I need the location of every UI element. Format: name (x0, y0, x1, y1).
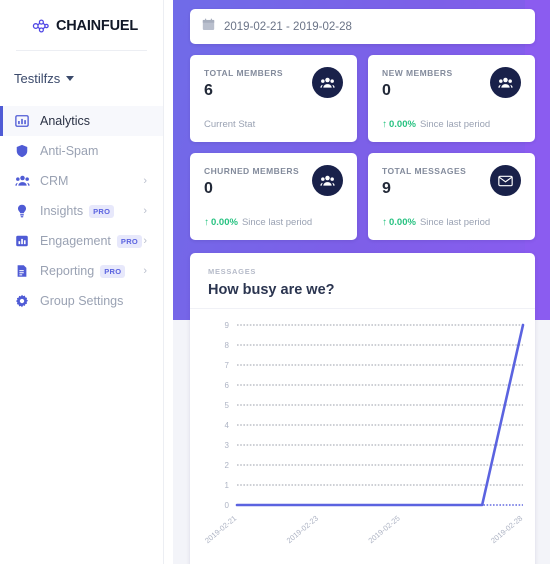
y-axis-tick: 4 (225, 421, 230, 430)
sidebar-item-label: Engagement (40, 234, 111, 248)
chart-plot-area: 0 1 2 3 4 5 6 7 8 9 2019-02-21 2019-02-23 2019-02-25… (190, 309, 535, 559)
y-axis-tick: 6 (225, 381, 230, 390)
sidebar-item-label: Anti-Spam (40, 144, 99, 158)
shield-icon (14, 143, 30, 159)
stat-card-delta-value: 0.00% (389, 217, 416, 228)
sidebar-item-label: Group Settings (40, 294, 124, 308)
users-icon (490, 67, 521, 98)
y-axis-tick: 7 (225, 361, 230, 370)
stat-card-note: Current Stat (204, 119, 256, 130)
chevron-right-icon: › (143, 234, 147, 247)
stat-card-note: Since last period (419, 217, 491, 228)
sidebar-item-group-settings[interactable]: Group Settings (0, 286, 163, 316)
stat-card-footer: ↑ 0.00% Since last period (204, 217, 312, 228)
stat-card-note: Since last period (419, 119, 491, 130)
sidebar-item-analytics[interactable]: Analytics (0, 106, 163, 136)
gear-icon (14, 293, 30, 309)
x-axis-tick: 2019-02-21 (203, 514, 238, 546)
y-axis-tick: 1 (225, 481, 230, 490)
caret-down-icon (66, 76, 75, 81)
chart-bar-icon (14, 113, 30, 129)
presentation-icon (14, 233, 30, 249)
pro-badge: PRO (89, 204, 115, 218)
stat-card-total-messages: TOTAL MESSAGES 9 ↑ 0.00% Since last peri… (368, 153, 535, 240)
stat-card-footer: ↑ 0.00% Since last period (382, 217, 490, 228)
stat-card-delta: ↑ 0.00% (382, 217, 416, 228)
y-axis-tick: 0 (225, 501, 230, 510)
app-root: CHAINFUEL Testilfzs Analytics Anti-Spam … (0, 0, 550, 564)
chevron-right-icon: › (143, 204, 147, 217)
brand-name: CHAINFUEL (56, 18, 138, 34)
stat-card-delta: ↑ 0.00% (382, 119, 416, 130)
sidebar-item-crm[interactable]: CRM › (0, 166, 163, 196)
y-axis-tick: 5 (225, 401, 230, 410)
stat-cards: TOTAL MEMBERS 6 Current Stat NEW MEMBERS (190, 55, 535, 240)
main-content: 2019-02-21 - 2019-02-28 TOTAL MEMBERS 6 … (173, 0, 550, 564)
sidebar-nav: Analytics Anti-Spam CRM › Insights PRO ›… (0, 106, 163, 316)
document-icon (14, 263, 30, 279)
users-icon (14, 173, 30, 189)
sidebar-item-anti-spam[interactable]: Anti-Spam (0, 136, 163, 166)
sidebar-item-label: Insights (40, 204, 84, 218)
page-background-left-gutter (163, 0, 173, 564)
chevron-right-icon: › (143, 264, 147, 277)
stat-card-note: Since last period (241, 217, 313, 228)
stat-card-total-members: TOTAL MEMBERS 6 Current Stat (190, 55, 357, 142)
chainfuel-logo-icon (32, 17, 50, 35)
stat-card-footer: ↑ 0.00% Since last period (382, 119, 490, 130)
stat-card-churned-members: CHURNED MEMBERS 0 ↑ 0.00% Since last per… (190, 153, 357, 240)
y-axis-tick: 9 (225, 321, 230, 330)
chevron-right-icon: › (143, 174, 147, 187)
stat-card-delta-value: 0.00% (211, 217, 238, 228)
arrow-up-icon: ↑ (204, 216, 209, 228)
sidebar-item-label: CRM (40, 174, 69, 188)
group-name: Testilfzs (14, 71, 61, 86)
y-axis-tick: 2 (225, 461, 230, 470)
y-axis-tick: 3 (225, 441, 230, 450)
sidebar-item-insights[interactable]: Insights PRO › (0, 196, 163, 226)
sidebar-item-engagement[interactable]: Engagement PRO › (0, 226, 163, 256)
x-axis-tick: 2019-02-25 (367, 514, 402, 546)
arrow-up-icon: ↑ (382, 216, 387, 228)
sidebar: CHAINFUEL Testilfzs Analytics Anti-Spam … (0, 0, 164, 564)
y-axis-tick: 8 (225, 341, 230, 350)
x-axis-tick: 2019-02-28 (489, 514, 524, 546)
pro-badge: PRO (116, 234, 143, 248)
sidebar-item-label: Analytics (40, 114, 91, 128)
chart-kicker: MESSAGES (208, 267, 257, 276)
lightbulb-icon (14, 203, 30, 219)
users-icon (312, 165, 343, 196)
chart-title: How busy are we? (208, 282, 335, 298)
stat-card-delta: ↑ 0.00% (204, 217, 238, 228)
chart-series-line (235, 323, 525, 507)
x-axis-tick: 2019-02-23 (285, 514, 320, 546)
date-range-value: 2019-02-21 - 2019-02-28 (224, 20, 352, 33)
brand: CHAINFUEL (0, 0, 163, 42)
calendar-icon (202, 18, 215, 36)
date-range-picker[interactable]: 2019-02-21 - 2019-02-28 (190, 9, 535, 44)
envelope-icon (490, 165, 521, 196)
users-icon (312, 67, 343, 98)
pro-badge: PRO (100, 264, 126, 278)
sidebar-item-label: Reporting (40, 264, 95, 278)
stat-card-delta-value: 0.00% (389, 119, 416, 130)
stat-card-footer: Current Stat (204, 119, 255, 130)
stat-card-new-members: NEW MEMBERS 0 ↑ 0.00% Since last period (368, 55, 535, 142)
chart-card: MESSAGES How busy are we? 0 1 2 3 4 5 6 7 8 9 2019… (190, 253, 535, 564)
sidebar-item-reporting[interactable]: Reporting PRO › (0, 256, 163, 286)
line-chart: 0 1 2 3 4 5 6 7 8 9 2019-02-21 2019-02-23 2019-02-25… (203, 321, 525, 546)
chart-header: MESSAGES How busy are we? (190, 253, 535, 309)
group-selector[interactable]: Testilfzs (0, 51, 163, 104)
arrow-up-icon: ↑ (382, 118, 387, 130)
